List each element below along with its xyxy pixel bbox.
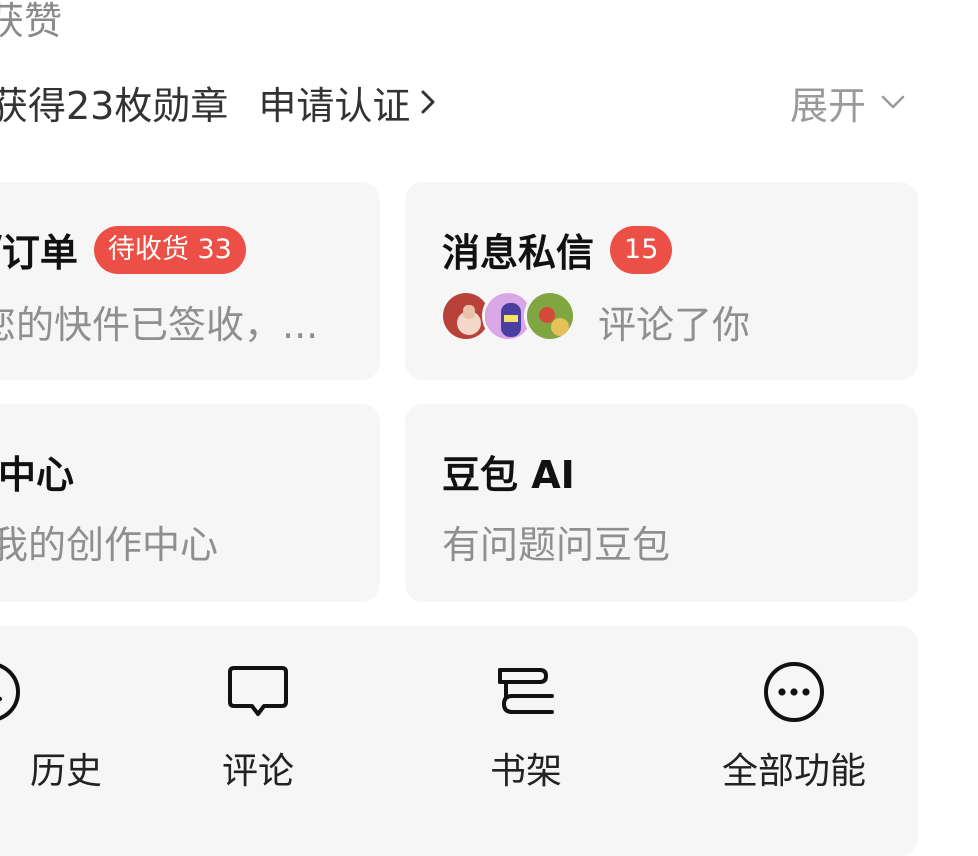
pending-delivery-badge: 待收货 33 xyxy=(93,225,246,274)
comment-button[interactable]: 评论 xyxy=(158,656,358,794)
messages-subtitle: 评论了你 xyxy=(598,303,751,347)
apply-verification-link[interactable]: 申请认证 xyxy=(258,75,436,130)
comment-icon xyxy=(228,666,288,716)
chevron-down-icon xyxy=(881,95,905,109)
doubao-ai-subtitle: 有问题问豆包 xyxy=(442,523,671,567)
bookshelf-label: 书架 xyxy=(489,751,562,792)
orders-title: 订单 xyxy=(1,231,78,275)
expand-label: 展开 xyxy=(790,83,867,128)
apply-verification-label: 申请认证 xyxy=(258,83,411,128)
history-label: 历史 xyxy=(30,751,103,792)
comment-label: 评论 xyxy=(221,751,294,792)
creator-center-card[interactable] xyxy=(0,404,380,602)
messages-card-title-row: 消息私信 15 xyxy=(442,222,673,277)
messages-title: 消息私信 xyxy=(442,231,595,275)
more-icon xyxy=(764,662,824,722)
unread-count-badge: 15 xyxy=(610,225,673,274)
history-button[interactable]: 历史 xyxy=(0,656,103,794)
chevron-right-icon xyxy=(421,90,435,114)
doubao-ai-card[interactable] xyxy=(405,404,918,602)
creator-center-subtitle: 我的创作中心 xyxy=(0,523,219,567)
messages-card[interactable] xyxy=(405,182,918,380)
orders-card[interactable] xyxy=(0,182,380,380)
all-features-label: 全部功能 xyxy=(721,751,866,792)
expand-button[interactable]: 展开 xyxy=(790,76,906,128)
medals-row: 获得23枚勋章 申请认证 xyxy=(0,76,436,128)
bookshelf-button[interactable]: 书架 xyxy=(426,656,626,794)
orders-card-title-row: / 订单 待收货 33 xyxy=(0,222,246,277)
creator-center-title: 中心 xyxy=(0,453,75,497)
orders-subtitle: 您的快件已签收，... xyxy=(0,303,319,347)
bookshelf-icon xyxy=(498,668,554,714)
commenter-avatars xyxy=(440,290,576,342)
avatar xyxy=(524,290,576,342)
doubao-ai-title: 豆包 AI xyxy=(442,453,575,497)
all-features-button[interactable]: 全部功能 xyxy=(694,656,894,794)
history-icon xyxy=(0,663,20,721)
likes-label: 获赞 xyxy=(0,0,63,43)
medals-count-text[interactable]: 获得23枚勋章 xyxy=(0,75,228,130)
